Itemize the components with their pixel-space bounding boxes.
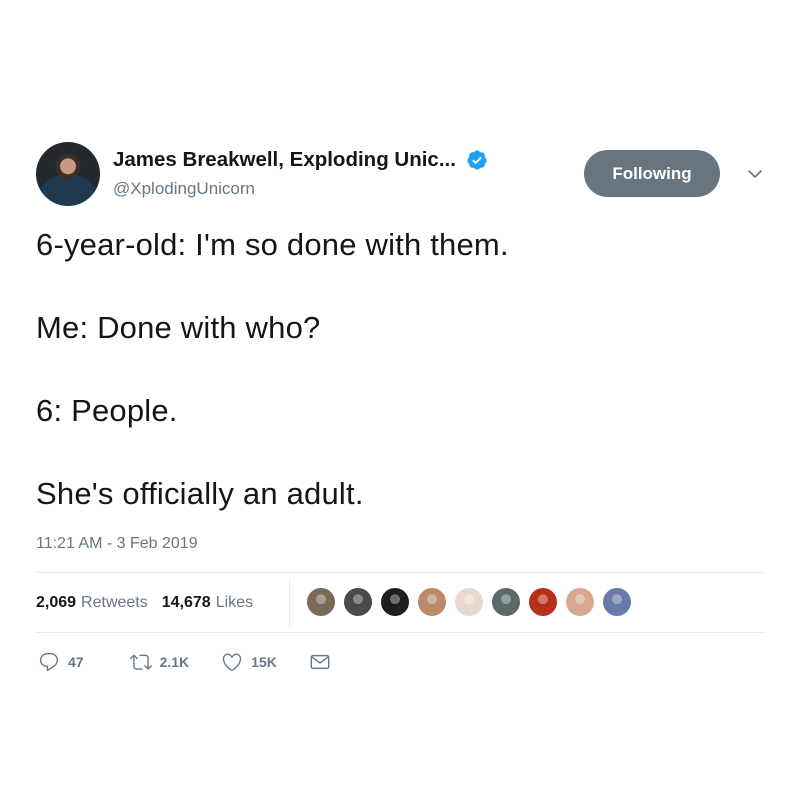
reply-icon <box>39 653 59 672</box>
retweet-count: 2.1K <box>159 654 190 670</box>
liker-avatar[interactable] <box>380 587 410 617</box>
divider <box>36 572 766 573</box>
tweet-text-line: Me: Done with who? <box>36 310 321 345</box>
tweet-text-line: She's officially an adult. <box>36 476 364 511</box>
liker-avatar[interactable] <box>602 587 632 617</box>
stats-divider <box>289 578 290 628</box>
liker-avatar[interactable] <box>306 587 336 617</box>
liker-avatars <box>306 587 639 617</box>
divider <box>36 632 766 633</box>
tweet-stats: 2,069 Retweets 14,678 Likes <box>36 594 253 612</box>
like-button[interactable]: 15K <box>221 651 277 673</box>
chevron-down-icon[interactable] <box>746 165 764 183</box>
retweet-button[interactable]: 2.1K <box>129 651 190 673</box>
liker-avatar[interactable] <box>528 587 558 617</box>
following-button[interactable]: Following <box>584 150 720 197</box>
reply-count: 47 <box>68 654 84 670</box>
liker-avatar[interactable] <box>343 587 373 617</box>
reply-button[interactable]: 47 <box>38 651 84 673</box>
tweet-text-line: 6: People. <box>36 393 178 428</box>
retweets-label[interactable]: Retweets <box>81 594 148 612</box>
liker-avatar[interactable] <box>491 587 521 617</box>
verified-badge-icon <box>466 149 488 171</box>
direct-message-button[interactable] <box>309 651 331 673</box>
author-handle[interactable]: @XplodingUnicorn <box>113 179 255 199</box>
liker-avatar[interactable] <box>565 587 595 617</box>
heart-icon <box>222 653 242 671</box>
likes-label[interactable]: Likes <box>216 594 253 612</box>
tweet-text-line: 6-year-old: I'm so done with them. <box>36 227 509 262</box>
author-name-row: James Breakwell, Exploding Unic... <box>113 148 488 172</box>
author-avatar[interactable] <box>36 142 100 206</box>
envelope-icon <box>310 654 330 670</box>
retweet-icon <box>129 654 152 670</box>
tweet-timestamp[interactable]: 11:21 AM - 3 Feb 2019 <box>36 535 198 553</box>
likes-count[interactable]: 14,678 <box>162 594 211 612</box>
tweet-actions: 47 2.1K 15K <box>38 651 363 673</box>
liker-avatar[interactable] <box>417 587 447 617</box>
like-count: 15K <box>251 654 277 670</box>
retweets-count[interactable]: 2,069 <box>36 594 76 612</box>
author-display-name[interactable]: James Breakwell, Exploding Unic... <box>113 148 456 172</box>
liker-avatar[interactable] <box>454 587 484 617</box>
